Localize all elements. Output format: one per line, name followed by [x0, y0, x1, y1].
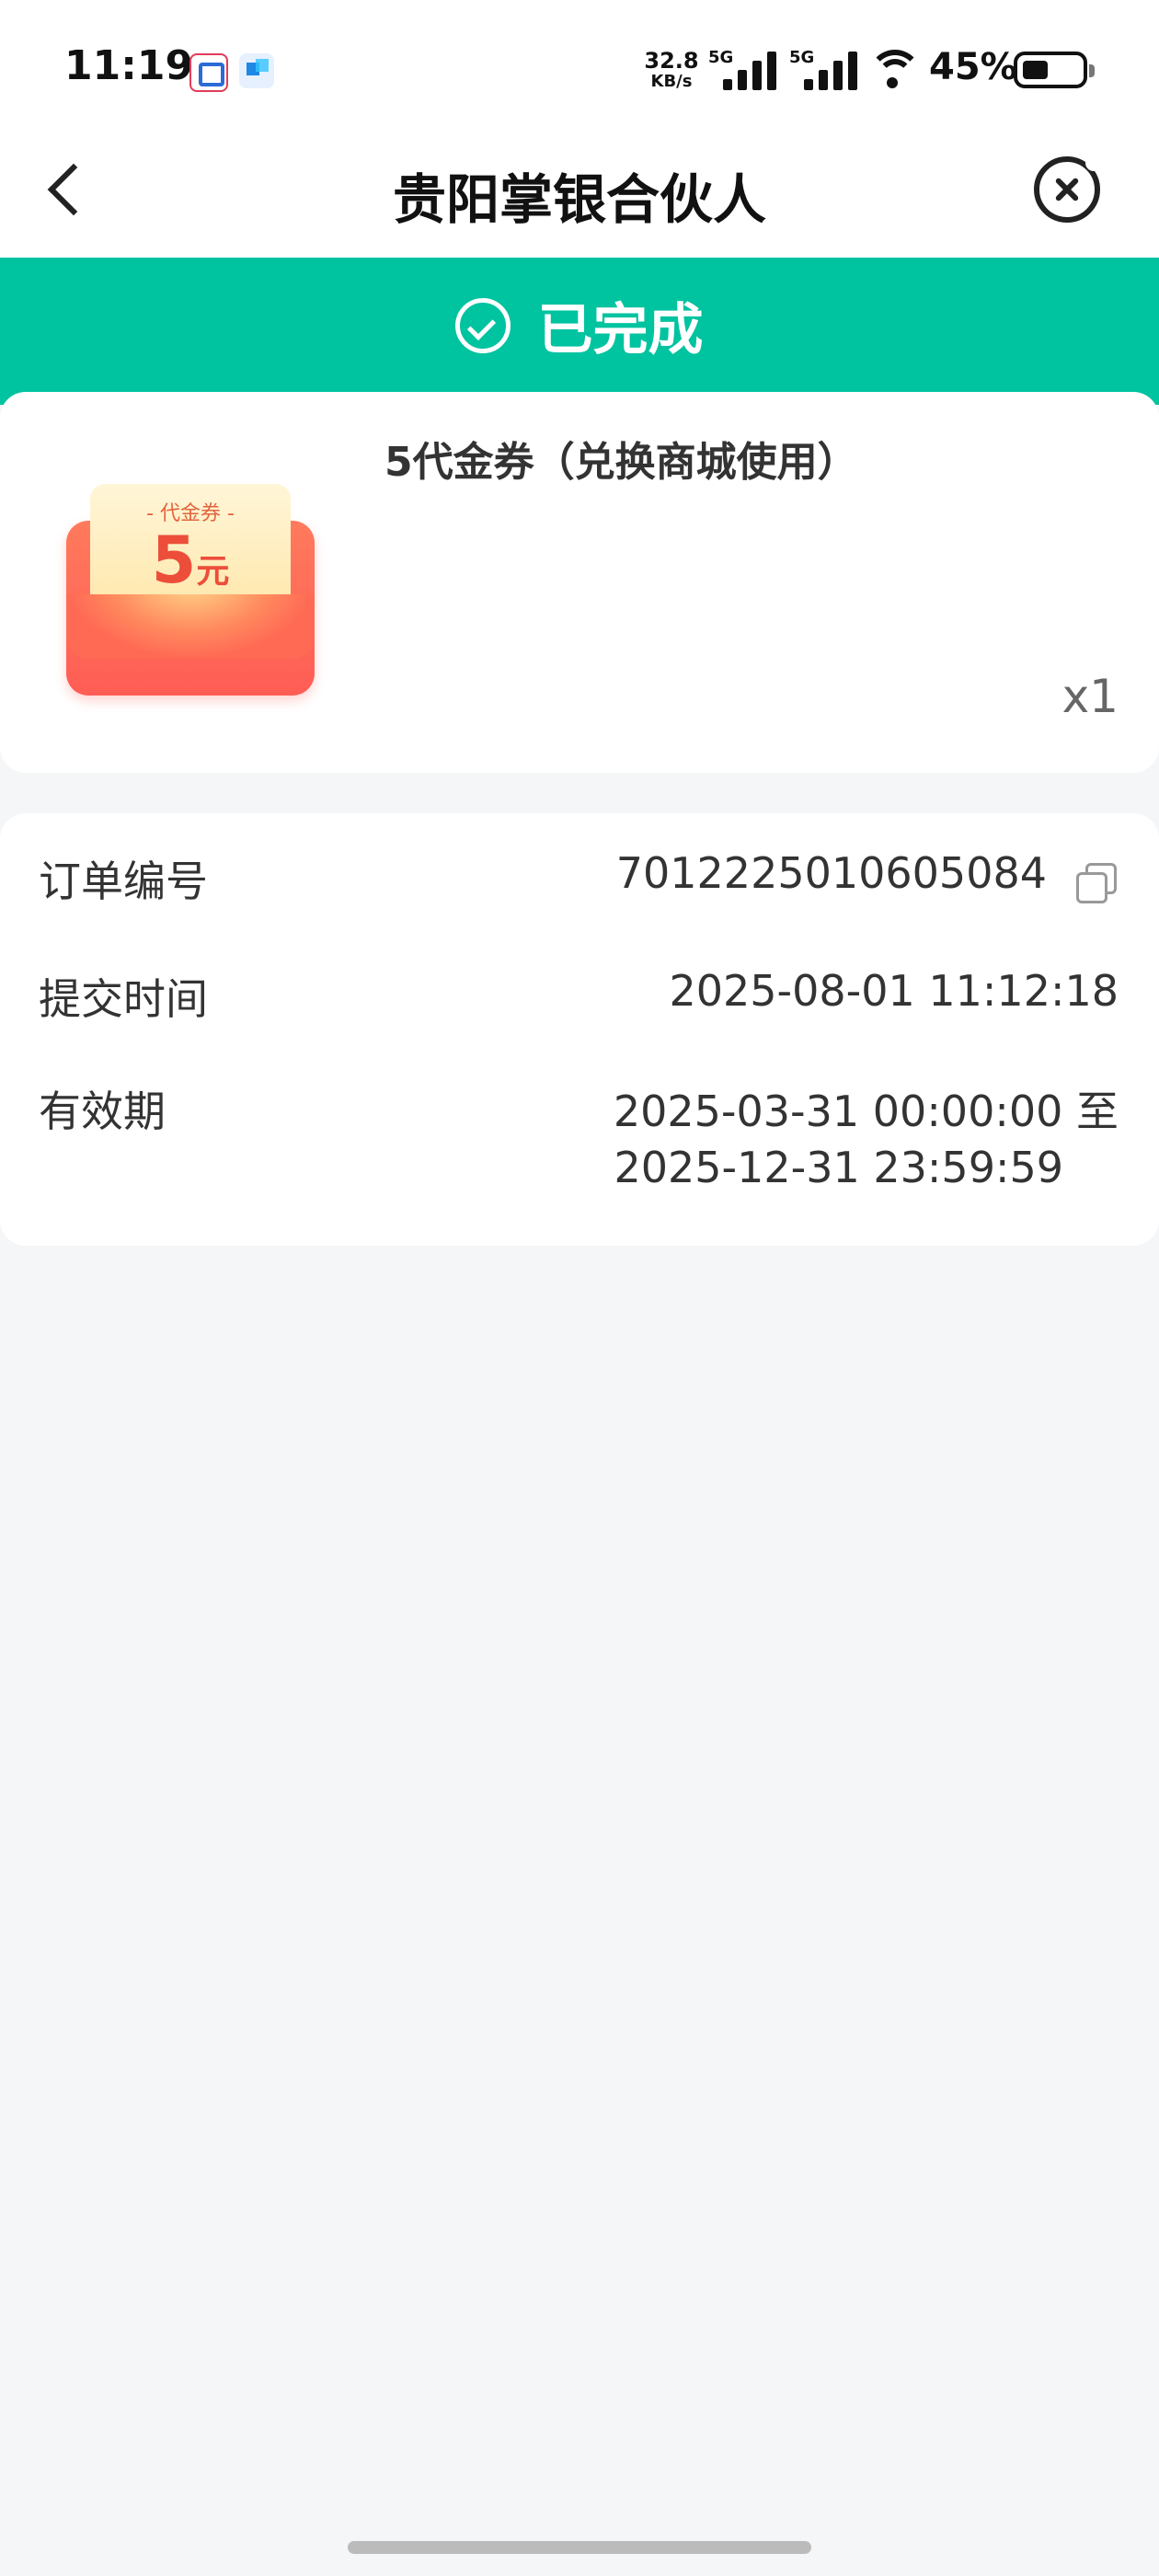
wifi-icon — [868, 50, 922, 90]
order-status-text: 已完成 — [537, 298, 704, 362]
coupon-unit: 元 — [196, 553, 230, 591]
validity-label: 有效期 — [39, 1087, 166, 1136]
signal-icon-sim1: 5G — [708, 48, 780, 90]
order-number-value: 7012225010605084 — [615, 848, 1047, 898]
status-banner: 已完成 — [0, 258, 1159, 405]
sim2-label: 5G — [789, 48, 815, 67]
order-number-label: 订单编号 — [39, 857, 208, 906]
status-bar: 11:19 32.8 KB/s 5G 5G 45% — [0, 0, 1159, 138]
sim1-label: 5G — [708, 48, 734, 67]
status-time: 11:19 — [64, 42, 194, 89]
page-title: 贵阳掌银合伙人 — [392, 168, 766, 231]
check-circle-icon — [455, 297, 511, 353]
product-card: - 代金券 - 5元 5代金券（兑换商城使用） x1 — [0, 392, 1159, 773]
signal-icon-sim2: 5G — [789, 48, 861, 90]
network-speed-unit: KB/s — [650, 72, 693, 91]
validity-value-start: 2025-03-31 00:00:00 至 — [613, 1087, 1119, 1136]
close-icon[interactable] — [1034, 155, 1102, 223]
notification-app-icon — [189, 53, 228, 92]
product-quantity: x1 — [1061, 670, 1119, 723]
battery-percent: 45% — [929, 46, 1017, 88]
submit-time-label: 提交时间 — [39, 974, 208, 1024]
product-title: 5代金券（兑换商城使用） — [384, 439, 858, 486]
coupon-amount: 5 — [151, 523, 197, 598]
home-indicator[interactable] — [348, 2541, 811, 2554]
battery-fill — [1023, 61, 1048, 79]
order-detail-page: 11:19 32.8 KB/s 5G 5G 45% 贵阳掌银合伙人 已完成 - … — [0, 0, 1159, 2576]
coupon-value: 5元 — [90, 523, 291, 598]
network-speed: 32.8 KB/s — [644, 50, 699, 90]
copy-icon[interactable] — [1076, 863, 1119, 905]
coupon-image: - 代金券 - 5元 — [66, 484, 315, 696]
battery-icon — [1014, 52, 1095, 88]
network-speed-value: 32.8 — [644, 48, 699, 74]
submit-time-value: 2025-08-01 11:12:18 — [669, 966, 1119, 1016]
validity-value-end: 2025-12-31 23:59:59 — [614, 1143, 1063, 1192]
notification-app-icon-2 — [239, 53, 274, 88]
